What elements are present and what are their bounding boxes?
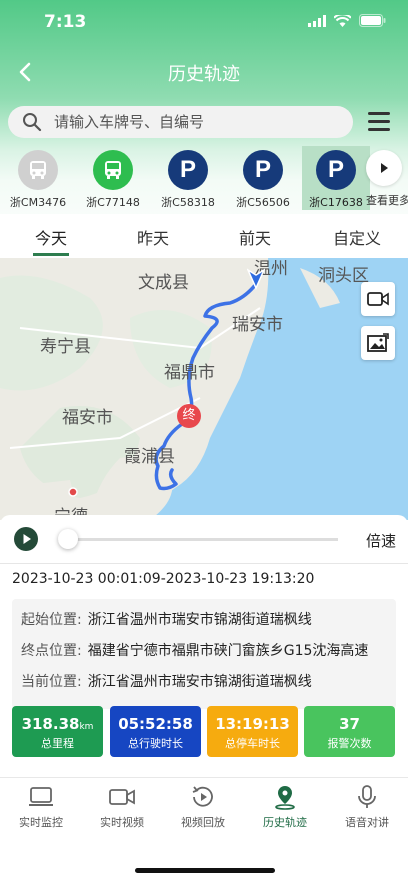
nav-realtime-video[interactable]: 实时视频 [87,784,157,830]
vehicle-plate: 浙C58318 [161,196,215,209]
end-marker[interactable]: 终 [177,404,201,428]
microphone-icon [358,785,376,808]
status-bar: 7:13 [0,0,408,46]
vehicle-plate: 浙C56506 [236,196,290,209]
stats-row: 318.38km 总里程 05:52:58 总行驶时长 13:19:13 总停车… [12,706,396,758]
nav-voice-intercom[interactable]: 语音对讲 [332,784,402,830]
more-vehicles-button[interactable]: 查看更多 [366,150,408,210]
nav-realtime-monitor[interactable]: 实时监控 [6,784,76,830]
search-icon [23,113,42,132]
chevron-right-icon [366,150,402,186]
image-icon [367,333,389,352]
start-location: 起始位置: 浙江省温州市瑞安市锦湖街道瑞枫线 [21,612,312,628]
divider [0,563,408,564]
map-label: 文成县 [138,273,189,293]
vehicle-plate: 浙C77148 [86,196,140,209]
parking-icon: P [316,150,356,190]
more-label: 查看更多 [366,194,408,207]
time-range: 2023-10-23 00:01:09-2023-10-23 19:13:20 [12,571,315,587]
vehicle-list: 浙CM3476 浙C77148 P 浙C58318 P 浙C56506 P 浙C… [0,146,408,212]
end-location: 终点位置: 福建省宁德市福鼎市硖门畲族乡G15沈海高速 [21,643,369,659]
search-bar[interactable] [8,106,353,138]
map-label: 霞浦县 [124,447,175,467]
vehicle-item-selected[interactable]: P 浙C17638 [302,146,370,210]
replay-icon [192,786,213,807]
nav-bar: 历史轨迹 [0,50,408,94]
start-arrow-icon [246,268,266,294]
map-label: 福鼎市 [164,363,215,383]
date-tabs: 今天 昨天 前天 自定义 [0,214,408,258]
tab-day-before[interactable]: 前天 [204,214,306,258]
bus-icon [93,150,133,190]
tab-today[interactable]: 今天 [0,214,102,258]
stat-alarm-count: 37 报警次数 [304,706,395,757]
parking-icon: P [243,150,283,190]
play-button[interactable] [14,527,38,551]
stat-parking-time: 13:19:13 总停车时长 [207,706,298,757]
parking-icon: P [168,150,208,190]
location-pin-icon [275,786,295,810]
menu-button[interactable] [368,112,390,132]
speed-button[interactable]: 倍速 [366,530,396,551]
status-time: 7:13 [44,12,87,32]
monitor-icon [29,787,53,806]
map-view[interactable]: 文成县 温州 洞头区 瑞安市 寿宁县 福鼎市 福安市 霞浦县 宁德 终 [0,258,408,520]
search-input[interactable] [54,113,334,131]
vehicle-item[interactable]: P 浙C58318 [154,146,222,210]
bottom-nav: 实时监控 实时视频 视频回放 历史轨迹 语音对讲 [0,777,408,837]
current-location: 当前位置: 浙江省温州市瑞安市锦湖街道瑞枫线 [21,674,312,690]
menu-icon [368,112,390,115]
signal-icon [308,14,326,27]
video-camera-icon [109,789,135,805]
nav-video-replay[interactable]: 视频回放 [168,784,238,830]
video-camera-icon [367,292,389,306]
battery-icon [359,14,386,27]
playback-slider[interactable] [58,529,338,549]
vehicle-plate: 浙CM3476 [9,196,67,209]
map-label: 寿宁县 [40,337,91,357]
tab-custom[interactable]: 自定义 [306,214,408,258]
tab-yesterday[interactable]: 昨天 [102,214,204,258]
bus-icon [18,150,58,190]
wifi-icon [334,14,351,27]
track-info-panel: 倍速 2023-10-23 00:01:09-2023-10-23 19:13:… [0,515,408,777]
slider-handle[interactable] [58,529,78,549]
play-icon [23,534,31,544]
video-layer-button[interactable] [361,282,395,316]
location-box: 起始位置: 浙江省温州市瑞安市锦湖街道瑞枫线 终点位置: 福建省宁德市福鼎市硖门畲族… [12,599,396,709]
image-layer-button[interactable] [361,326,395,360]
vehicle-plate: 浙C17638 [309,196,363,209]
home-indicator [135,868,275,873]
status-icons [308,14,386,27]
vehicle-item[interactable]: 浙C77148 [79,146,147,210]
stat-total-mileage: 318.38km 总里程 [12,706,103,757]
page-title: 历史轨迹 [168,64,240,85]
map-label: 瑞安市 [232,315,283,335]
vehicle-item[interactable]: 浙CM3476 [4,146,72,210]
nav-history-track[interactable]: 历史轨迹 [250,784,320,830]
map-canvas [0,258,408,520]
vehicle-item[interactable]: P 浙C56506 [229,146,297,210]
stat-driving-time: 05:52:58 总行驶时长 [110,706,201,757]
map-label: 福安市 [62,408,113,428]
